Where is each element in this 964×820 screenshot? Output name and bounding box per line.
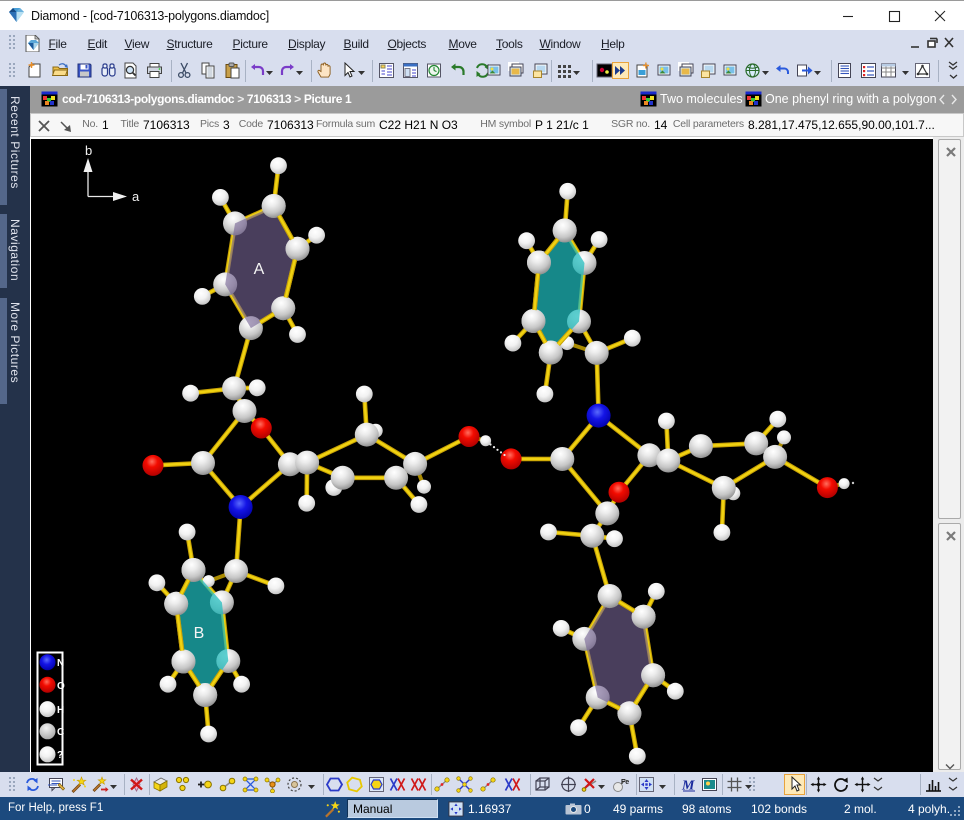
svg-text:B: B (194, 625, 205, 642)
svg-text:A: A (254, 261, 265, 278)
svg-text:Fe: Fe (621, 779, 629, 786)
svg-text:H: H (57, 705, 64, 716)
svg-text:C: C (57, 727, 64, 738)
svg-text:a: a (132, 189, 140, 204)
svg-text:O: O (57, 681, 65, 692)
svg-text:N: N (57, 658, 64, 669)
svg-text:?: ? (57, 750, 63, 761)
svg-text:b: b (85, 143, 92, 158)
